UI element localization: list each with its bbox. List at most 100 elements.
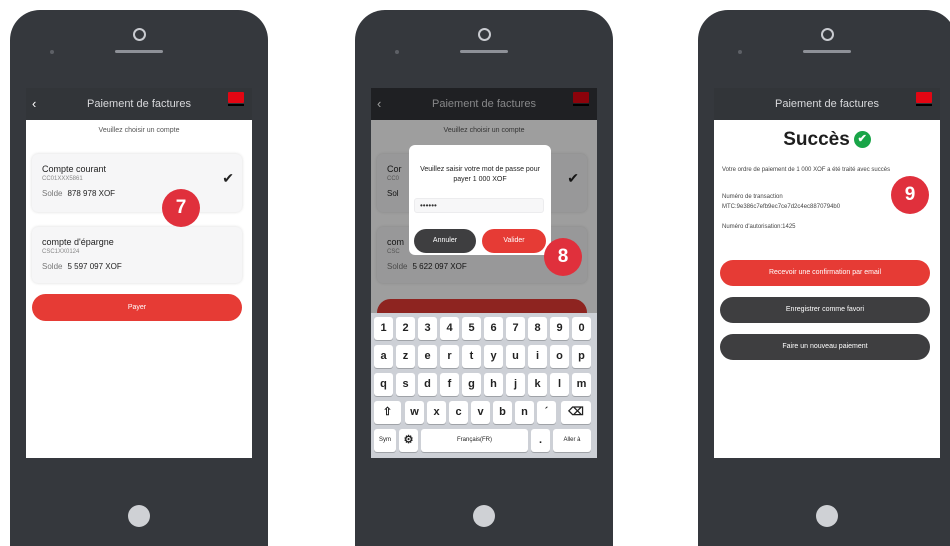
key[interactable]: t	[462, 345, 481, 368]
bank-logo-icon	[916, 92, 932, 108]
key[interactable]: g	[462, 373, 481, 396]
key[interactable]: z	[396, 345, 415, 368]
sym-key[interactable]: Sym	[374, 429, 396, 452]
phone-sensor	[738, 50, 742, 54]
step-badge: 9	[891, 176, 929, 214]
home-button[interactable]	[473, 505, 495, 527]
balance-value: 878 978 XOF	[67, 189, 116, 198]
transaction-label: Numéro de transaction	[722, 194, 783, 200]
step-badge: 7	[162, 189, 200, 227]
key[interactable]: e	[418, 345, 437, 368]
app-bar: ‹ Paiement de factures	[26, 88, 252, 120]
key[interactable]: n	[515, 401, 534, 424]
key[interactable]: j	[506, 373, 525, 396]
key[interactable]: 2	[396, 317, 415, 340]
key[interactable]: 3	[418, 317, 437, 340]
phone-1: ‹ Paiement de factures Veuillez choisir …	[10, 10, 268, 546]
account-number: CSC1XX0124	[42, 249, 80, 255]
account-card-savings[interactable]: compte d'épargne CSC1XX0124 Solde 5 597 0…	[32, 227, 242, 283]
key[interactable]: h	[484, 373, 503, 396]
shift-key[interactable]: ⇧	[374, 401, 401, 424]
key[interactable]: 1	[374, 317, 393, 340]
gear-icon[interactable]: ⚙	[399, 429, 418, 452]
space-key[interactable]: Français(FR)	[421, 429, 528, 452]
account-name: compte d'épargne	[42, 237, 114, 247]
key[interactable]: 5	[462, 317, 481, 340]
front-camera	[133, 28, 146, 41]
key[interactable]: f	[440, 373, 459, 396]
account-balance: Solde 878 978 XOF	[42, 189, 115, 198]
key[interactable]: s	[396, 373, 415, 396]
key[interactable]: 7	[506, 317, 525, 340]
balance-label: Solde	[42, 262, 63, 271]
key[interactable]: c	[449, 401, 468, 424]
confirm-button[interactable]: Valider	[482, 229, 546, 253]
success-title: Succès	[783, 129, 850, 150]
key[interactable]: 0	[572, 317, 591, 340]
page-subtitle: Veuillez choisir un compte	[98, 127, 180, 134]
email-confirmation-button[interactable]: Recevoir une confirmation par email	[720, 260, 930, 286]
phone-2: ‹ Paiement de factures Veuillez choisir …	[355, 10, 613, 546]
balance-value: 5 597 097 XOF	[67, 262, 122, 271]
front-camera	[821, 28, 834, 41]
transaction-number: MTC:9e386c7efb9ec7ce7d2c4ec8870794b0	[722, 204, 841, 210]
home-button[interactable]	[816, 505, 838, 527]
key[interactable]: l	[550, 373, 569, 396]
key[interactable]: 6	[484, 317, 503, 340]
phone-speaker	[460, 50, 508, 53]
front-camera	[478, 28, 491, 41]
pay-button[interactable]: Payer	[32, 294, 242, 321]
page-title: Paiement de factures	[775, 98, 879, 110]
cancel-button[interactable]: Annuler	[414, 229, 476, 253]
account-card-current[interactable]: Compte courant CC01XXX5861 Solde 878 978 …	[32, 154, 242, 212]
phone-3: Paiement de factures Succès ✔ Votre ordre…	[698, 10, 950, 546]
success-heading: Succès ✔	[714, 129, 940, 151]
backspace-key[interactable]: ⌫	[561, 401, 591, 424]
bank-logo-icon	[228, 92, 244, 108]
balance-label: Solde	[42, 189, 63, 198]
key[interactable]: k	[528, 373, 547, 396]
period-key[interactable]: .	[531, 429, 550, 452]
accent-key[interactable]: ´	[537, 401, 556, 424]
phone-sensor	[50, 50, 54, 54]
dialog-message: Veuillez saisir votre mot de passe pour …	[420, 166, 540, 183]
key[interactable]: w	[405, 401, 424, 424]
password-input[interactable]: ••••••	[414, 198, 544, 213]
key[interactable]: q	[374, 373, 393, 396]
account-number: CC01XXX5861	[42, 176, 83, 182]
on-screen-keyboard: 1 2 3 4 5 6 7 8 9 0 a z e r t y u i o p …	[371, 313, 597, 458]
phone-speaker	[115, 50, 163, 53]
key[interactable]: o	[550, 345, 569, 368]
key[interactable]: r	[440, 345, 459, 368]
password-dialog: Veuillez saisir votre mot de passe pour …	[409, 145, 551, 255]
back-arrow-icon[interactable]: ‹	[32, 88, 36, 120]
phone-sensor	[395, 50, 399, 54]
key[interactable]: v	[471, 401, 490, 424]
key[interactable]: x	[427, 401, 446, 424]
save-favorite-button[interactable]: Enregistrer comme favori	[720, 297, 930, 323]
key[interactable]: d	[418, 373, 437, 396]
key[interactable]: i	[528, 345, 547, 368]
key[interactable]: 4	[440, 317, 459, 340]
phone-speaker	[803, 50, 851, 53]
key[interactable]: p	[572, 345, 591, 368]
check-circle-icon: ✔	[853, 131, 871, 149]
checkmark-icon: ✔	[222, 170, 234, 186]
go-key[interactable]: Aller à	[553, 429, 591, 452]
success-message: Votre ordre de paiement de 1 000 XOF a é…	[722, 167, 891, 173]
key[interactable]: u	[506, 345, 525, 368]
home-button[interactable]	[128, 505, 150, 527]
screen-select-account: ‹ Paiement de factures Veuillez choisir …	[26, 88, 252, 458]
step-badge: 8	[544, 238, 582, 276]
authorization-number: Numéro d'autorisation:1425	[722, 224, 796, 230]
key[interactable]: m	[572, 373, 591, 396]
key[interactable]: y	[484, 345, 503, 368]
page-title: Paiement de factures	[87, 98, 191, 110]
key[interactable]: b	[493, 401, 512, 424]
account-balance: Solde 5 597 097 XOF	[42, 262, 122, 271]
key[interactable]: a	[374, 345, 393, 368]
new-payment-button[interactable]: Faire un nouveau paiement	[720, 334, 930, 360]
key[interactable]: 9	[550, 317, 569, 340]
screen-success: Paiement de factures Succès ✔ Votre ordre…	[714, 88, 940, 458]
key[interactable]: 8	[528, 317, 547, 340]
